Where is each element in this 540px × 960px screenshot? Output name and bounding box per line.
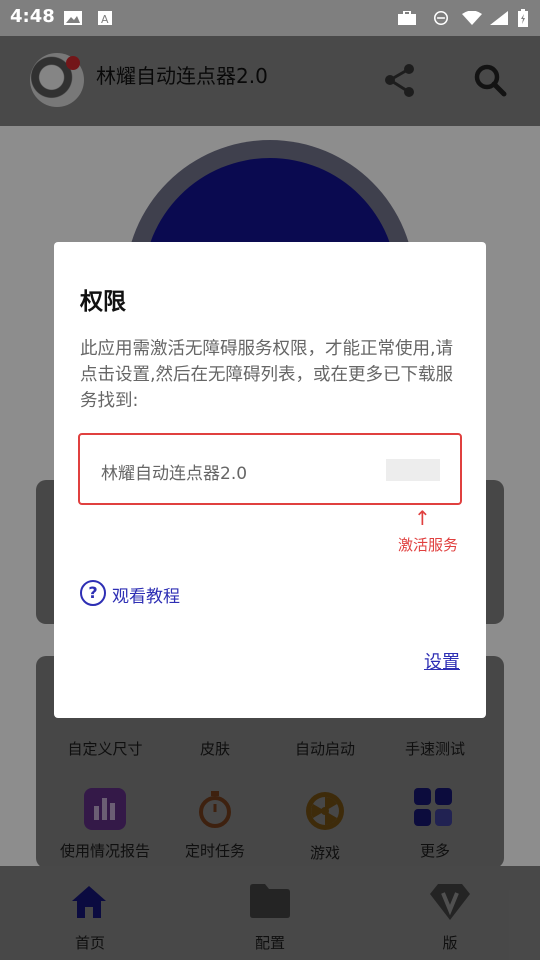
watch-tutorial-link[interactable]: 观看教程 (112, 582, 180, 607)
dialog-message: 此应用需激活无障碍服务权限，才能正常使用,请点击设置,然后在无障碍列表，或在更多… (80, 339, 454, 411)
signal-icon (490, 11, 508, 25)
permission-dialog: 权限 此应用需激活无障碍服务权限，才能正常使用,请点击设置,然后在无障碍列表，或… (54, 242, 486, 718)
dialog-title: 权限 (80, 289, 126, 315)
arrow-up-icon: ↑ (414, 506, 431, 530)
service-name: 林耀自动连点器2.0 (101, 464, 248, 484)
service-toggle (386, 459, 440, 481)
briefcase-icon (398, 11, 416, 25)
font-icon: A (98, 11, 112, 25)
battery-icon (518, 9, 528, 27)
gallery-icon (64, 11, 82, 25)
activate-service-hint: 激活服务 (398, 536, 459, 554)
wifi-icon (462, 11, 482, 25)
do-not-disturb-icon (434, 11, 448, 25)
settings-button[interactable]: 设置 (424, 648, 460, 674)
help-circle-icon[interactable]: ? (80, 580, 106, 606)
accessibility-service-entry: 林耀自动连点器2.0 (78, 433, 462, 505)
status-time: 4:48 (10, 6, 55, 27)
status-bar: 4:48 A (0, 0, 540, 36)
svg-text:A: A (101, 13, 109, 25)
